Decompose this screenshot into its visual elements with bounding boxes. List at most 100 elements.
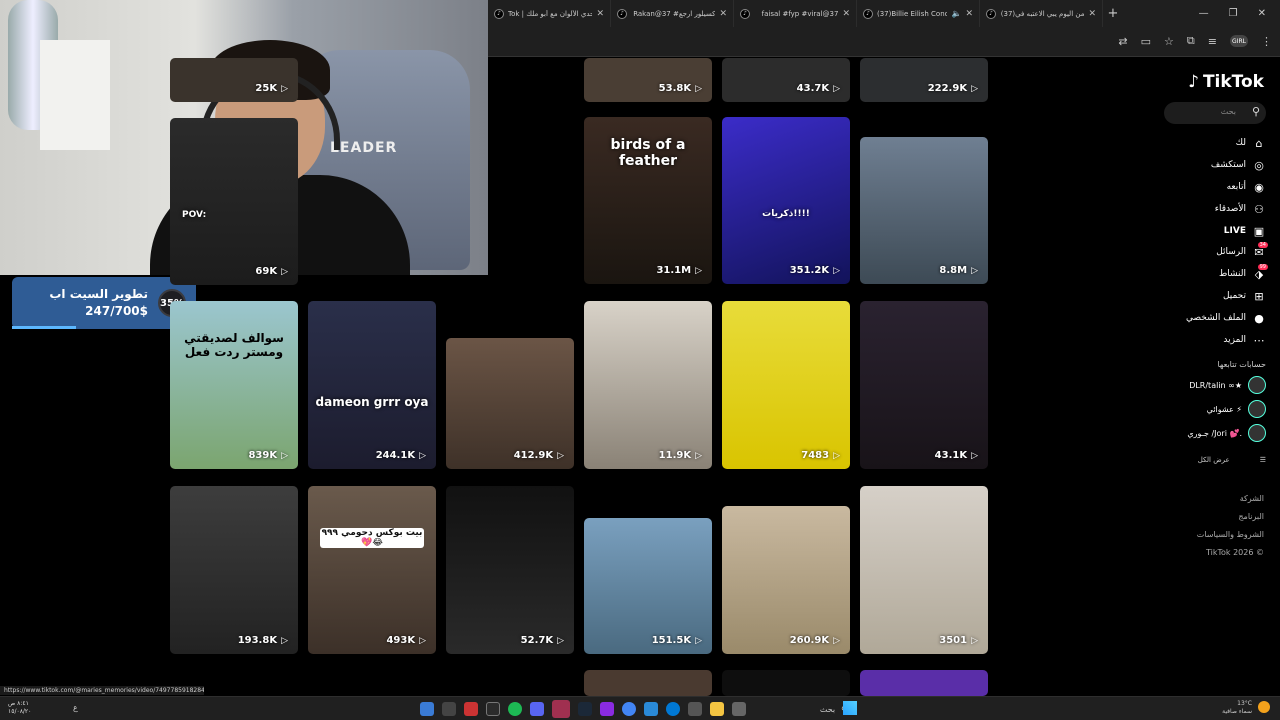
sidebar-item-live[interactable]: LIVE ▣ <box>1224 223 1266 239</box>
app-icon-6[interactable] <box>644 702 658 716</box>
nav-label: المزيد <box>1223 335 1246 345</box>
video-tile[interactable]: 222.9K ▷ <box>860 58 988 102</box>
video-tile[interactable]: dameon grrr oya 244.1K ▷ <box>308 301 436 469</box>
weather-widget[interactable]: 13°C سماء صافية <box>1222 700 1252 716</box>
translate-icon[interactable]: ⇄ <box>1118 35 1127 48</box>
tiktok-tab-icon: ♪ <box>494 8 504 19</box>
browser-tab[interactable]: ♪ faisal #fyp #viral@37 ✕ <box>734 0 857 27</box>
sidebar-item-home[interactable]: لك ⌂ <box>1236 135 1266 151</box>
footer-link[interactable]: البرنامج <box>1238 512 1264 521</box>
video-tile[interactable]: سوالف لصديقتي ومستر ردت فعل 839K ▷ <box>170 301 298 469</box>
footer-link[interactable]: الشركة <box>1240 494 1264 503</box>
close-tab-icon[interactable]: ✕ <box>965 9 973 19</box>
browser-tab[interactable]: ♪ (37)من اليوم يبي الاعتبه في ✕ <box>980 0 1103 27</box>
app-icon-3[interactable] <box>464 702 478 716</box>
chrome-icon[interactable] <box>622 702 636 716</box>
video-tile[interactable] <box>584 670 712 696</box>
profile-avatar[interactable]: GIRL <box>1230 35 1248 47</box>
video-tile[interactable]: 25K ▷ <box>170 58 298 102</box>
video-tile[interactable]: 52.7K ▷ <box>446 486 574 654</box>
sidebar-item-more[interactable]: المزيد ⋯ <box>1223 332 1266 348</box>
donation-goal-widget: تطوير السيت اب 247/700$ 35% <box>12 277 196 329</box>
video-tile[interactable]: 260.9K ▷ <box>722 506 850 654</box>
sidebar-item-compass[interactable]: استكشف ◎ <box>1211 157 1266 173</box>
sidebar-item-profile[interactable]: الملف الشخصي ● <box>1186 310 1266 326</box>
toolbar-icons: ⇄ ▭ ☆ ⧉ ≡ GIRL ⋮ <box>1118 34 1272 48</box>
video-tile[interactable]: 7483 ▷ <box>722 301 850 469</box>
browser-menu-icon[interactable]: ⋮ <box>1261 35 1272 48</box>
app-icon-5[interactable] <box>600 702 614 716</box>
video-tile[interactable] <box>860 670 988 696</box>
footer-link[interactable]: الشروط والسياسات <box>1197 530 1264 539</box>
show-all-link[interactable]: عرض الكل ☰ <box>1198 456 1266 464</box>
cast-icon[interactable]: ▭ <box>1141 35 1151 48</box>
live-icon: ▣ <box>1253 224 1265 238</box>
sidebar-item-upload[interactable]: تحميل ⊞ <box>1223 288 1266 304</box>
search-input[interactable]: بحث ⚲ <box>1164 102 1266 124</box>
view-count-text: 3501 <box>939 635 968 646</box>
taskbar-clock[interactable]: ٨:٤١ ص ١٥/٠٨/٢٠ <box>8 700 31 716</box>
new-tab-button[interactable]: + <box>1103 6 1123 21</box>
sidebar-item-friends[interactable]: الأصدقاء ⚇ <box>1215 201 1266 217</box>
sidebar-item-activity[interactable]: النشاط ⬗ 99 <box>1219 263 1268 282</box>
browser-tab[interactable]: ♪ Rakan@37 #كسيلور ارجع ✕ <box>611 0 734 27</box>
video-tile[interactable]: birds of a feather 31.1M ▷ <box>584 117 712 284</box>
video-tile[interactable]: 412.9K ▷ <box>446 338 574 469</box>
app-icon-active[interactable] <box>552 700 570 718</box>
play-icon: ▷ <box>695 450 702 461</box>
edge-icon[interactable] <box>666 702 680 716</box>
language-indicator[interactable]: ع <box>73 703 78 712</box>
following-account[interactable]: عشوائي ⚡ <box>1207 400 1266 418</box>
nav-label: أتابعه <box>1226 182 1246 192</box>
video-tile[interactable]: 43.7K ▷ <box>722 58 850 102</box>
close-window-button[interactable]: ✕ <box>1258 8 1266 19</box>
browser-tab[interactable]: ♪ Tok | تحدي الألوان مع أبو ملك ✕ <box>488 0 611 27</box>
video-tile[interactable]: 3501 ▷ <box>860 486 988 654</box>
maximize-button[interactable]: ❐ <box>1229 8 1238 19</box>
media-control-icon[interactable]: ≡ <box>1208 35 1217 48</box>
weather-sun-icon <box>1258 701 1270 713</box>
view-count-text: 69K <box>255 266 278 277</box>
play-icon: ▷ <box>557 635 564 646</box>
app-icon-7[interactable] <box>688 702 702 716</box>
play-icon: ▷ <box>281 635 288 646</box>
close-tab-icon[interactable]: ✕ <box>719 9 727 19</box>
taskbar-search[interactable]: بحث ⚲ <box>735 700 855 718</box>
video-tile[interactable]: 53.8K ▷ <box>584 58 712 102</box>
sidebar-item-messages[interactable]: الرسائل ✉ 34 <box>1216 241 1268 260</box>
video-tile[interactable]: 43.1K ▷ <box>860 301 988 469</box>
browser-tab[interactable]: ♪ (37)Billie Eilish Concert 🔈 ✕ <box>857 0 980 27</box>
play-icon: ▷ <box>695 635 702 646</box>
app-icon-4[interactable] <box>486 702 500 716</box>
video-tile[interactable]: 193.8K ▷ <box>170 486 298 654</box>
bookmark-star-icon[interactable]: ☆ <box>1164 35 1174 48</box>
view-count-text: 244.1K <box>375 450 416 461</box>
app-icon-2[interactable] <box>442 702 456 716</box>
nav-label: استكشف <box>1210 160 1246 170</box>
video-tile[interactable]: بيت بوكس دحومي ٩٩٩💖😂 493K ▷ <box>308 486 436 654</box>
video-tile[interactable]: 151.5K ▷ <box>584 518 712 654</box>
following-account[interactable]: جـوري /Jori 💕. <box>1187 424 1266 442</box>
minimize-button[interactable]: — <box>1199 8 1209 19</box>
speaker-icon[interactable]: 🔈 <box>951 9 961 18</box>
video-tile[interactable] <box>722 670 850 696</box>
video-tile[interactable]: 11.9K ▷ <box>584 301 712 469</box>
file-explorer-icon[interactable] <box>710 702 724 716</box>
windows-start-icon[interactable] <box>843 701 857 715</box>
extensions-icon[interactable]: ⧉ <box>1187 34 1195 48</box>
tiktok-logo[interactable]: ♪ TikTok <box>1188 72 1264 92</box>
close-tab-icon[interactable]: ✕ <box>1088 9 1096 19</box>
video-tile[interactable]: 8.8M ▷ <box>860 137 988 284</box>
steam-icon[interactable] <box>578 702 592 716</box>
following-account[interactable]: DLR/talin ∞★ <box>1189 376 1266 394</box>
spotify-icon[interactable] <box>508 702 522 716</box>
video-tile[interactable]: ذكريات!!!! 351.2K ▷ <box>722 117 850 284</box>
close-tab-icon[interactable]: ✕ <box>842 9 850 19</box>
sidebar-item-following[interactable]: أتابعه ◉ <box>1227 179 1266 195</box>
close-tab-icon[interactable]: ✕ <box>596 9 604 19</box>
status-url: https://www.tiktok.com/@maries_memories/… <box>0 686 204 695</box>
video-tile[interactable]: POV: 69K ▷ <box>170 118 298 285</box>
view-count: 222.9K ▷ <box>928 83 978 94</box>
discord-icon[interactable] <box>530 702 544 716</box>
app-icon-1[interactable] <box>420 702 434 716</box>
